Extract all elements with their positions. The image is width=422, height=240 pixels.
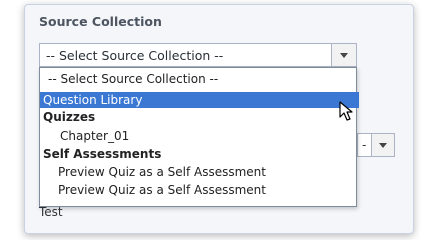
dropdown-option-question-library[interactable]: Question Library: [40, 92, 359, 108]
select-dropdown-button[interactable]: [331, 44, 356, 66]
dropdown-option-chapter-01[interactable]: Chapter_01: [40, 128, 376, 144]
chevron-down-icon: [340, 53, 348, 58]
dropdown-option-placeholder[interactable]: -- Select Source Collection --: [40, 71, 364, 87]
select-value: -- Select Source Collection --: [46, 48, 224, 63]
mouse-pointer-icon: [339, 101, 353, 121]
source-collection-dropdown-list: -- Select Source Collection -- Question …: [39, 67, 359, 207]
source-collection-select[interactable]: -- Select Source Collection --: [39, 43, 357, 67]
chevron-down-icon: [379, 143, 387, 148]
dropdown-group-self-assessments: Self Assessments: [43, 147, 162, 161]
source-collection-label: Source Collection: [39, 14, 162, 29]
dropdown-option-preview-quiz-1[interactable]: Preview Quiz as a Self Assessment: [40, 164, 374, 180]
source-collection-panel: Source Collection -- Select Source Colle…: [24, 4, 414, 234]
dropdown-group-quizzes: Quizzes: [43, 110, 96, 124]
test-label: Test: [39, 205, 63, 219]
dropdown-option-preview-quiz-2[interactable]: Preview Quiz as a Self Assessment: [40, 182, 374, 198]
